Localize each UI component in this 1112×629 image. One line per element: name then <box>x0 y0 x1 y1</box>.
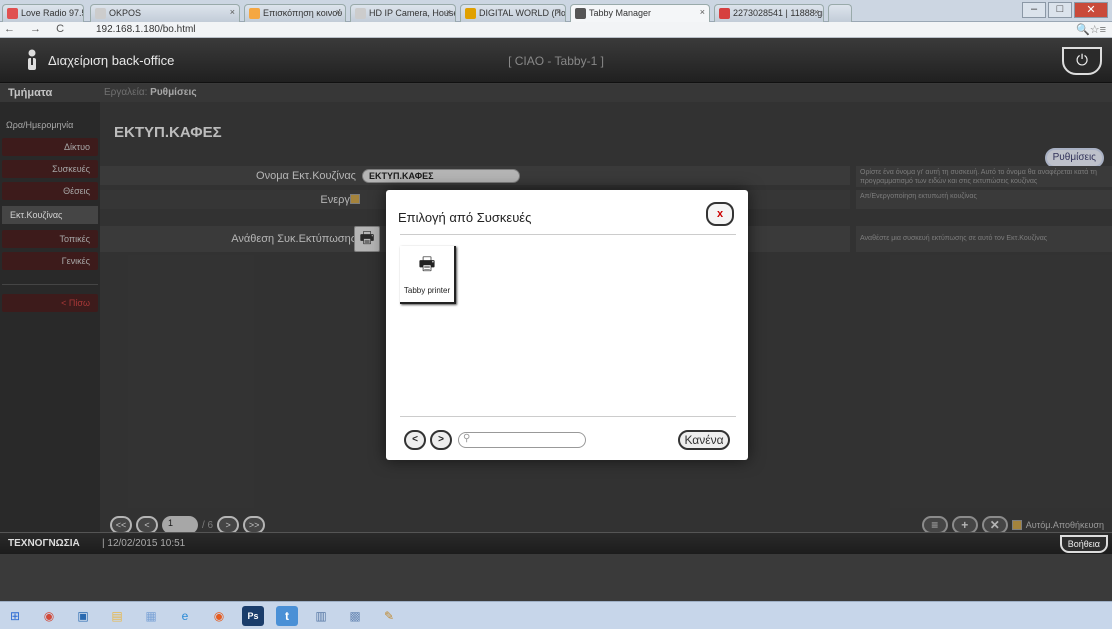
browser-tab[interactable]: Επισκόπηση κοινού - Goo× <box>244 4 346 22</box>
close-icon[interactable]: × <box>446 7 451 17</box>
app-icon[interactable]: ▣ <box>72 606 94 626</box>
app-header: Διαχείριση back-office [ CIAO - Tabby-1 … <box>0 39 1112 83</box>
minimize-button[interactable]: – <box>1022 2 1046 18</box>
browser-tab-label: Tabby Manager <box>589 8 652 18</box>
close-window-button[interactable]: ✕ <box>1074 2 1108 18</box>
power-icon[interactable]: ⏻ <box>1062 47 1102 75</box>
taskbar: ⊞ ◉ ▣ ▤ ▦ e ◉ Ps t ▥ ▩ ✎ <box>0 601 1112 629</box>
divider <box>400 234 736 235</box>
chrome-icon[interactable]: ◉ <box>38 606 60 626</box>
radio-icon <box>7 8 18 19</box>
printer-icon: 🖶 <box>418 254 436 274</box>
nav-buttons[interactable]: ← → C <box>4 23 70 35</box>
maximize-button[interactable]: □ <box>1048 2 1072 18</box>
modal-title: Επιλογή από Συσκευές <box>398 210 532 225</box>
browser-tab[interactable]: 2273028541 | 11888.gr × <box>714 4 824 22</box>
network-icon[interactable]: ▦ <box>140 606 162 626</box>
browser-tab-strip: Love Radio 97.5 OKPOS × Επισκόπηση κοινού… <box>0 0 1112 22</box>
company-name: ΤΕΧΝΟΓΝΩΣΙΑ <box>8 538 80 549</box>
app-footer: ΤΕΧΝΟΓΝΩΣΙΑ | 12/02/2015 10:51 Βοήθεια <box>0 532 1112 554</box>
start-icon[interactable]: ⊞ <box>4 606 26 626</box>
ie-icon[interactable]: e <box>174 606 196 626</box>
close-icon[interactable]: × <box>700 7 705 17</box>
browser-tab[interactable]: HD IP Camera, Househol× <box>350 4 456 22</box>
browser-tab-label: 2273028541 | 11888.gr <box>733 8 824 18</box>
browser-menu-icons[interactable]: 🔍☆≡ <box>1076 23 1106 36</box>
search-icon: ⚲ <box>463 433 471 444</box>
page-icon <box>95 8 106 19</box>
device-label: Tabby printer <box>403 286 451 295</box>
close-icon[interactable]: × <box>814 7 819 17</box>
browser-tab[interactable]: Love Radio 97.5 <box>2 4 84 22</box>
chrome2-icon[interactable]: ◉ <box>208 606 230 626</box>
modal-next-button[interactable]: > <box>430 430 452 450</box>
new-tab-button[interactable] <box>828 4 852 22</box>
tabby-icon <box>575 8 586 19</box>
close-icon[interactable]: × <box>230 7 235 17</box>
close-icon[interactable]: × <box>556 7 561 17</box>
none-button[interactable]: Κανένα <box>678 430 730 450</box>
help-button[interactable]: Βοήθεια <box>1059 535 1108 553</box>
modal-footer: < > ⚲ Κανένα <box>404 430 730 450</box>
explorer-icon[interactable]: ▤ <box>106 606 128 626</box>
browser-tab-label: Love Radio 97.5 <box>21 8 84 18</box>
phone-directory-icon <box>719 8 730 19</box>
monitor-icon[interactable]: ▩ <box>344 606 366 626</box>
device-picker-modal: Επιλογή από Συσκευές x 🖶 Tabby printer <… <box>386 190 748 460</box>
browser-tab-label: Επισκόπηση κοινού - Goo <box>263 8 345 18</box>
device-tile[interactable]: 🖶 Tabby printer <box>400 246 456 304</box>
url-field[interactable]: 192.168.1.180/bo.html <box>96 24 196 35</box>
photoshop-icon[interactable]: Ps <box>242 605 264 626</box>
paint-icon[interactable]: ✎ <box>378 606 400 626</box>
device-search-input[interactable]: ⚲ <box>458 432 586 448</box>
window-icon[interactable]: ▥ <box>310 606 332 626</box>
modal-prev-button[interactable]: < <box>404 430 426 450</box>
browser-tab[interactable]: DIGITAL WORLD (Παρθεν× <box>460 4 566 22</box>
analytics-icon <box>249 8 260 19</box>
datetime: | 12/02/2015 10:51 <box>102 538 186 549</box>
browser-tab[interactable]: OKPOS × <box>90 4 240 22</box>
divider <box>400 416 736 417</box>
empty-area <box>0 554 1112 601</box>
browser-tab-label: DIGITAL WORLD (Παρθεν <box>479 8 566 18</box>
browser-tab-active[interactable]: Tabby Manager × <box>570 4 710 22</box>
browser-tab-label: HD IP Camera, Househol <box>369 8 455 18</box>
modal-close-button[interactable]: x <box>706 202 734 226</box>
digital-world-icon <box>465 8 476 19</box>
close-icon[interactable]: × <box>336 7 341 17</box>
address-bar: ← → C 192.168.1.180/bo.html 🔍☆≡ <box>0 22 1112 38</box>
window-controls: – □ ✕ <box>1022 2 1108 18</box>
browser-tab-label: OKPOS <box>109 8 142 18</box>
page-icon <box>355 8 366 19</box>
notes-icon[interactable]: t <box>276 605 298 626</box>
store-indicator: [ CIAO - Tabby-1 ] <box>508 54 604 68</box>
